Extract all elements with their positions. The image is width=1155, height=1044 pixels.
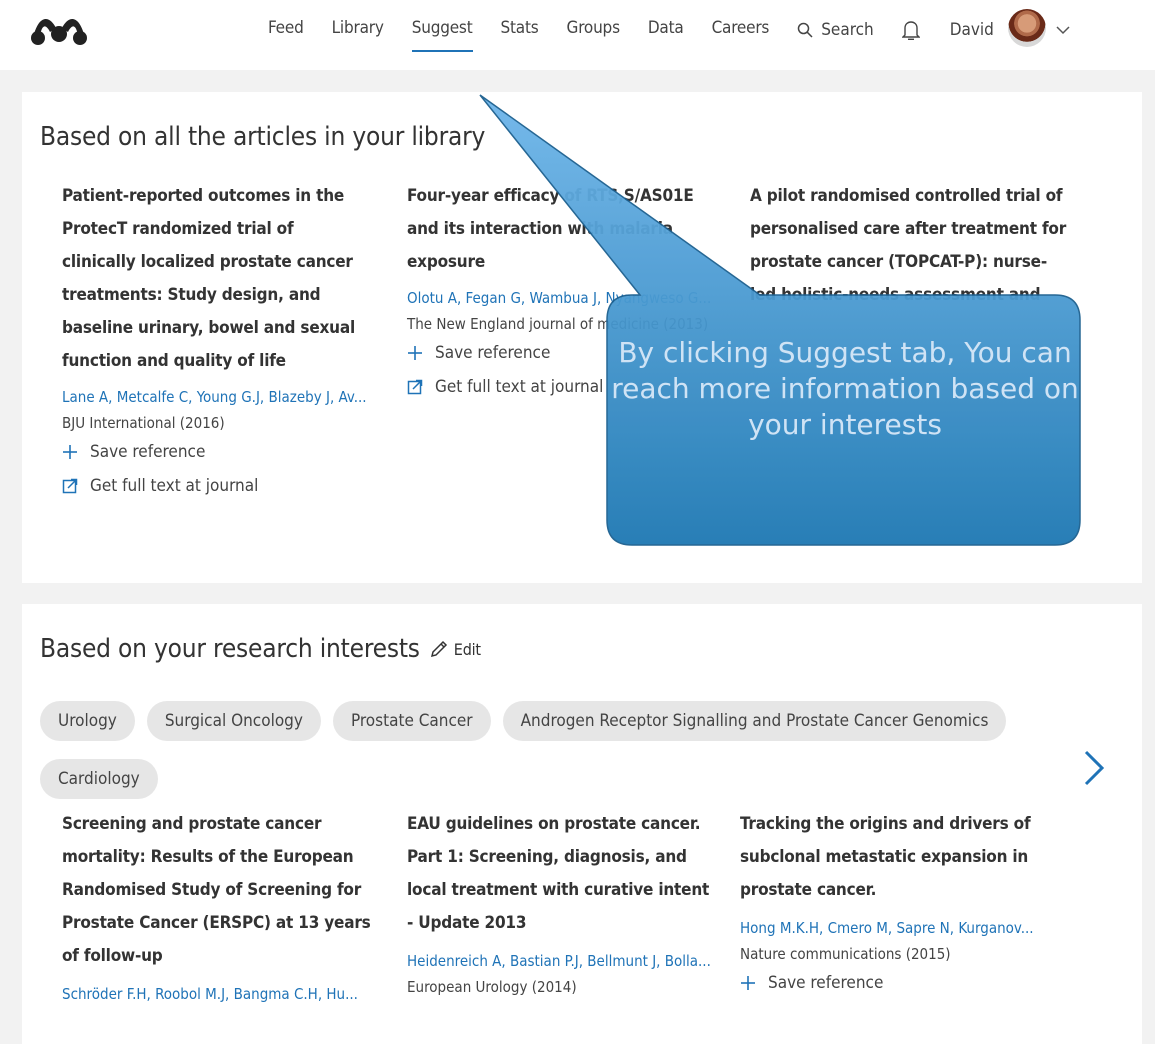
article-card: Screening and prostate cancer mortality:…: [62, 808, 372, 1003]
article-title[interactable]: A pilot randomised controlled trial of p…: [750, 180, 1070, 312]
article-journal: Nature communications (2015): [740, 945, 951, 963]
chevron-right-icon[interactable]: [1082, 748, 1106, 792]
section-title: Based on all the articles in your librar…: [40, 122, 486, 152]
nav-library[interactable]: Library: [332, 14, 384, 46]
save-reference-button[interactable]: Save reference: [407, 343, 717, 363]
article-journal: The New England journal of medicine (201…: [407, 315, 709, 333]
plus-icon: [63, 445, 77, 459]
external-link-icon: [407, 379, 423, 395]
get-full-text-link[interactable]: Get full text at journal: [62, 476, 372, 496]
article-authors[interactable]: Hong M.K.H, Cmero M, Sapre N, Kurganov..…: [740, 919, 1050, 937]
notifications-bell-icon[interactable]: [901, 14, 920, 46]
article-card: Four-year efficacy of RTS,S/AS01E and it…: [407, 180, 717, 397]
article-journal: European Urology (2014): [407, 978, 577, 996]
get-full-text-label: Get full text at journal: [435, 377, 604, 397]
get-full-text-link[interactable]: Get full text at journal: [407, 377, 717, 397]
article-title[interactable]: Screening and prostate cancer mortality:…: [62, 808, 372, 973]
external-link-icon: [62, 478, 78, 494]
library-suggestions-section: Based on all the articles in your librar…: [22, 92, 1142, 583]
article-journal: BJU International (2016): [62, 414, 225, 432]
section-title-text: Based on your research interests: [40, 634, 420, 664]
article-title[interactable]: Patient-reported outcomes in the ProtecT…: [62, 180, 372, 378]
get-full-text-label: Get full text at journal: [90, 476, 259, 496]
tag-urology[interactable]: Urology: [40, 701, 135, 741]
top-navigation-bar: Feed Library Suggest Stats Groups Data C…: [0, 0, 1155, 70]
article-authors[interactable]: Heidenreich A, Bastian P.J, Bellmunt J, …: [407, 952, 717, 970]
article-authors[interactable]: Lane A, Metcalfe C, Young G.J, Blazeby J…: [62, 388, 372, 406]
chevron-down-icon[interactable]: [1056, 14, 1070, 46]
nav-careers[interactable]: Careers: [712, 14, 770, 46]
interest-tags: Urology Surgical Oncology Prostate Cance…: [40, 701, 1130, 799]
research-interests-section: Based on your research interests Edit Ur…: [22, 604, 1142, 1044]
nav-data[interactable]: Data: [648, 14, 684, 46]
edit-label: Edit: [453, 639, 481, 659]
plus-icon: [408, 346, 422, 360]
tag-prostate-cancer[interactable]: Prostate Cancer: [332, 701, 491, 741]
save-reference-button[interactable]: Save reference: [740, 973, 1050, 993]
main-nav: Feed Library Suggest Stats Groups Data C…: [268, 9, 1070, 52]
mendeley-logo[interactable]: [30, 14, 88, 46]
article-authors[interactable]: Schröder F.H, Roobol M.J, Bangma C.H, Hu…: [62, 985, 372, 1003]
nav-stats[interactable]: Stats: [501, 14, 539, 46]
article-title[interactable]: Tracking the origins and drivers of subc…: [740, 808, 1050, 907]
save-reference-label: Save reference: [768, 973, 884, 993]
article-authors[interactable]: Olotu A, Fegan G, Wambua J, Nyangweso G.…: [407, 289, 717, 307]
pencil-icon: [430, 640, 447, 658]
user-name[interactable]: David: [950, 16, 994, 44]
search-label: Search: [821, 20, 874, 40]
nav-suggest[interactable]: Suggest: [411, 14, 473, 52]
save-reference-label: Save reference: [90, 442, 206, 462]
article-title[interactable]: Four-year efficacy of RTS,S/AS01E and it…: [407, 180, 717, 279]
tag-surgical-oncology[interactable]: Surgical Oncology: [146, 701, 321, 741]
save-reference-button[interactable]: Save reference: [62, 442, 372, 462]
article-card: A pilot randomised controlled trial of p…: [750, 180, 1070, 312]
article-card: Tracking the origins and drivers of subc…: [740, 808, 1050, 993]
article-card: EAU guidelines on prostate cancer. Part …: [407, 808, 717, 996]
avatar[interactable]: [1007, 9, 1046, 47]
nav-groups[interactable]: Groups: [567, 14, 620, 46]
search-button[interactable]: Search: [797, 14, 874, 46]
article-title[interactable]: EAU guidelines on prostate cancer. Part …: [407, 808, 717, 940]
section-title: Based on your research interests Edit: [40, 634, 481, 664]
article-card: Patient-reported outcomes in the ProtecT…: [62, 180, 372, 496]
edit-interests-button[interactable]: Edit: [430, 640, 481, 659]
search-icon: [797, 22, 813, 38]
plus-icon: [741, 976, 755, 990]
save-reference-label: Save reference: [435, 343, 551, 363]
tag-cardiology[interactable]: Cardiology: [40, 759, 158, 799]
tag-androgen-receptor[interactable]: Androgen Receptor Signalling and Prostat…: [502, 701, 1007, 741]
nav-feed[interactable]: Feed: [268, 14, 304, 46]
